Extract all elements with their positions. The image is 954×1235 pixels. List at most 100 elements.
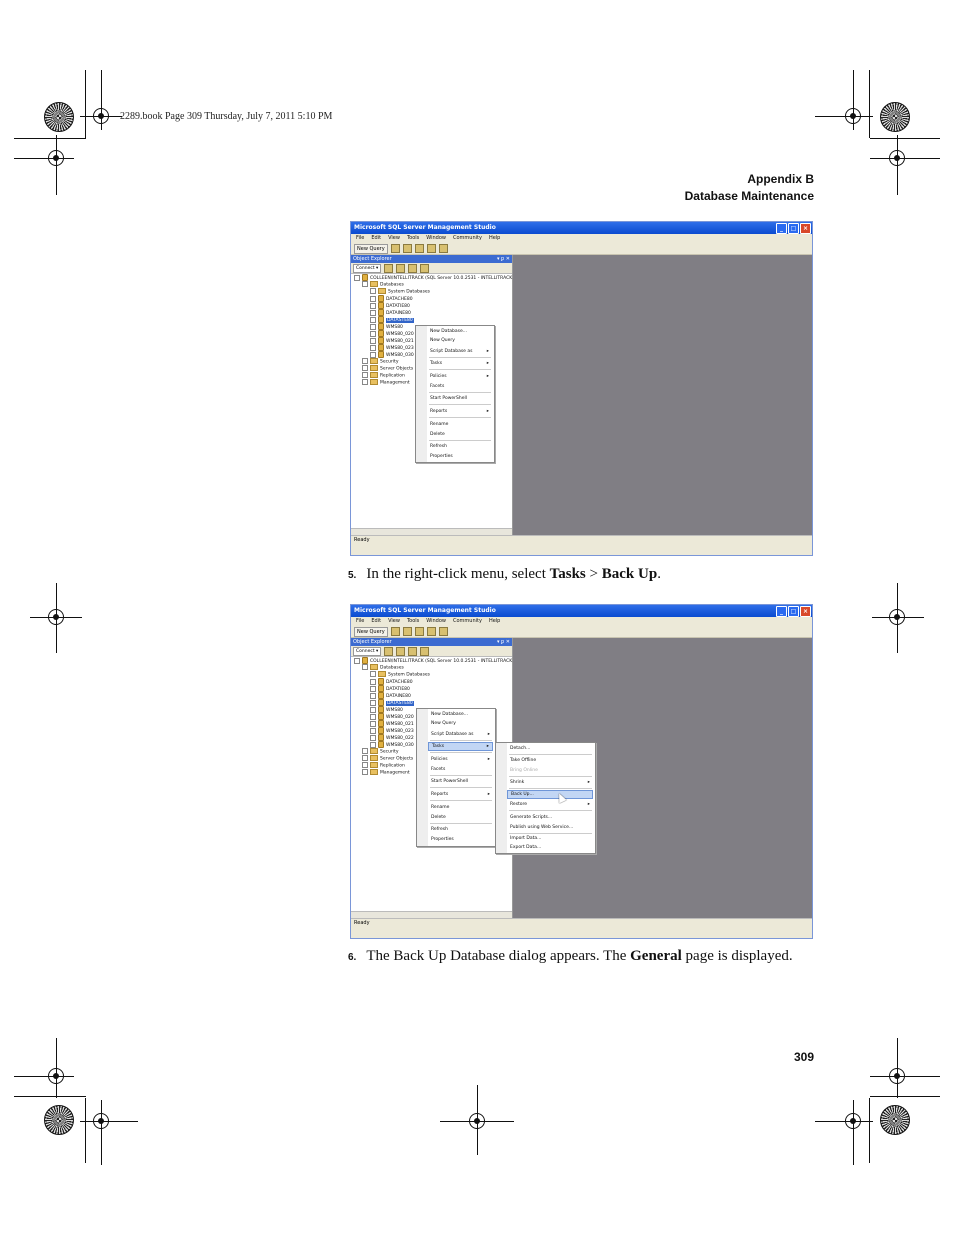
menu-item-facets[interactable]: Facets [427,382,492,391]
tree-server-node[interactable]: COLLEEN\INTELLITRACK (SQL Server 10.0.25… [354,274,512,281]
menu-item-reports[interactable]: Reports ▸ [428,790,493,799]
menu-item-delete[interactable]: Delete [428,813,493,822]
filter-icon[interactable] [408,263,418,273]
tree-node[interactable]: Databases [362,281,404,288]
submenu-item-generate-scripts[interactable]: Generate Scripts... [507,813,593,822]
pane-controls-icon[interactable]: ▾ ꝑ ✕ [497,255,510,263]
submenu-item-detach[interactable]: Detach... [507,744,593,753]
tree-node[interactable]: WMS80_021 [370,337,414,344]
tree-node[interactable]: System Databases [370,288,430,295]
tree-node[interactable]: WMS80 [370,706,403,713]
menu-item-refresh[interactable]: Refresh [427,442,492,451]
refresh-icon[interactable] [420,646,430,656]
menu-item-refresh[interactable]: Refresh [428,825,493,834]
tree-node[interactable]: System Databases [370,671,430,678]
pane-controls-icon[interactable]: ▾ ꝑ ✕ [497,638,510,646]
menu-item-policies[interactable]: Policies ▸ [428,755,493,764]
menu-item-tasks[interactable]: Tasks ▸ [428,742,493,751]
connect-icon[interactable] [384,263,394,273]
menu-item-tasks[interactable]: Tasks ▸ [427,359,492,368]
menu-help[interactable]: Help [489,617,500,626]
menu-view[interactable]: View [388,234,400,243]
menu-item-start-powershell[interactable]: Start PowerShell [428,777,493,786]
tree-node[interactable]: Server Objects [362,755,413,762]
tree-node[interactable]: Replication [362,762,405,769]
menu-item-script-database[interactable]: Script Database as ▸ [427,347,492,356]
submenu-item-shrink[interactable]: Shrink ▸ [507,778,593,787]
tree-node[interactable]: Server Objects [362,365,413,372]
menu-item-new-database[interactable]: New Database... [427,327,492,336]
menu-file[interactable]: File [356,234,364,243]
tree-node-selected[interactable]: DATASTE80 [370,699,414,706]
menu-window[interactable]: Window [426,617,446,626]
tree-node[interactable]: WMS80_020 [370,713,414,720]
refresh-icon[interactable] [420,263,430,273]
menu-tools[interactable]: Tools [407,234,419,243]
tree-node[interactable]: WMS80_023 [370,344,414,351]
disconnect-icon[interactable] [396,263,406,273]
tree-node[interactable]: Security [362,358,398,365]
open-file-icon[interactable] [390,244,400,253]
menu-community[interactable]: Community [453,234,482,243]
menu-item-rename[interactable]: Rename [427,420,492,429]
menu-community[interactable]: Community [453,617,482,626]
save-all-icon[interactable] [414,627,424,636]
menu-item-rename[interactable]: Rename [428,803,493,812]
tree-node[interactable]: DATACHE80 [370,678,413,685]
menu-item-new-query[interactable]: New Query [427,336,492,345]
open-file-icon[interactable] [390,627,400,636]
close-icon[interactable]: × [800,223,811,234]
submenu-item-back-up[interactable]: Back Up... [507,790,593,799]
tree-node[interactable]: WMS80_030 [370,351,414,358]
connect-button[interactable]: Connect ▾ [353,263,382,273]
tree-node[interactable]: DATATIE80 [370,685,410,692]
tree-node[interactable]: Management [362,769,410,776]
menu-item-properties[interactable]: Properties [427,452,492,461]
menu-item-start-powershell[interactable]: Start PowerShell [427,394,492,403]
menu-tools[interactable]: Tools [407,617,419,626]
paste-icon[interactable] [438,244,448,253]
tree-node[interactable]: WMS80_022 [370,734,414,741]
submenu-item-restore[interactable]: Restore ▸ [507,800,593,809]
maximize-icon[interactable]: □ [788,606,799,617]
tree-node[interactable]: WMS80_021 [370,720,414,727]
menu-file[interactable]: File [356,617,364,626]
filter-icon[interactable] [408,646,418,656]
disconnect-icon[interactable] [396,646,406,656]
menu-item-facets[interactable]: Facets [428,765,493,774]
tree-node[interactable]: Databases [362,664,404,671]
close-icon[interactable]: × [800,606,811,617]
tree-node[interactable]: WMS80_030 [370,741,414,748]
maximize-icon[interactable]: □ [788,223,799,234]
tree-node[interactable]: DATAINE80 [370,309,411,316]
paste-icon[interactable] [438,627,448,636]
menu-item-new-query[interactable]: New Query [428,719,493,728]
tree-node[interactable]: WMS80_023 [370,727,414,734]
menu-item-policies[interactable]: Policies ▸ [427,372,492,381]
copy-icon[interactable] [426,627,436,636]
new-query-button[interactable]: New Query [354,626,388,637]
minimize-icon[interactable]: _ [776,606,787,617]
tree-node[interactable]: WMS80_020 [370,330,414,337]
new-query-button[interactable]: New Query [354,243,388,254]
menu-edit[interactable]: Edit [371,234,381,243]
connect-icon[interactable] [384,646,394,656]
menu-view[interactable]: View [388,617,400,626]
menu-edit[interactable]: Edit [371,617,381,626]
submenu-item-import-data[interactable]: Import Data... [507,834,593,843]
submenu-item-bring-online[interactable]: Bring Online [507,766,593,775]
tree-node[interactable]: DATACHE80 [370,295,413,302]
tree-node[interactable]: DATAINE80 [370,692,411,699]
tree-node[interactable]: DATATIE80 [370,302,410,309]
menu-item-delete[interactable]: Delete [427,430,492,439]
tree-server-node[interactable]: COLLEEN\INTELLITRACK (SQL Server 10.0.25… [354,657,512,664]
tree-node[interactable]: Replication [362,372,405,379]
menu-item-script-database[interactable]: Script Database as ▸ [428,730,493,739]
copy-icon[interactable] [426,244,436,253]
menu-help[interactable]: Help [489,234,500,243]
tree-node[interactable]: WMS80 [370,323,403,330]
tree-node-selected[interactable]: DATASTE80 [370,316,414,323]
menu-item-reports[interactable]: Reports ▸ [427,407,492,416]
submenu-item-take-offline[interactable]: Take Offline [507,756,593,765]
submenu-item-export-data[interactable]: Export Data... [507,843,593,852]
